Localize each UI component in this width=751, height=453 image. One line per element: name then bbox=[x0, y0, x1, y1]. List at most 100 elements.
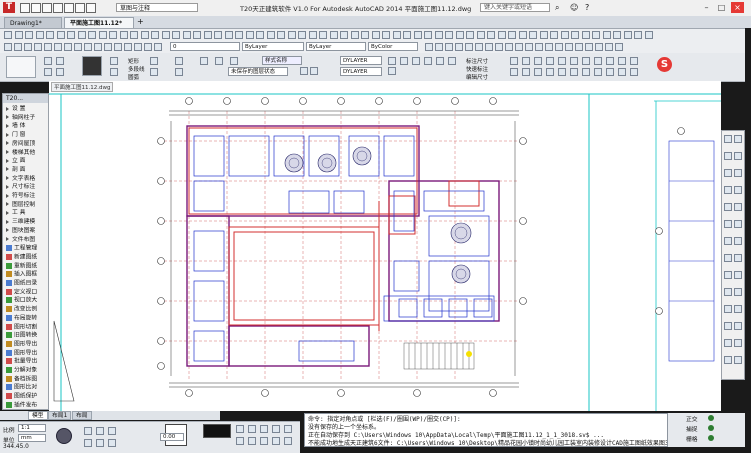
sidebar-item[interactable]: 图形比对 bbox=[6, 384, 37, 391]
toolbar-button-icon[interactable] bbox=[560, 31, 569, 39]
modify-tool-icon[interactable] bbox=[724, 305, 732, 313]
toolbar-button-icon[interactable] bbox=[214, 31, 222, 39]
ribbon-tool-icon[interactable] bbox=[424, 57, 432, 65]
toolbar-button-icon[interactable] bbox=[224, 31, 233, 39]
toolbar-button-icon[interactable] bbox=[130, 31, 138, 39]
ribbon-right-label[interactable]: 标注尺寸 bbox=[466, 57, 488, 65]
modify-tool-icon[interactable] bbox=[734, 203, 742, 211]
toolbar-button-icon[interactable] bbox=[455, 43, 463, 51]
ribbon-tool-icon[interactable] bbox=[436, 57, 444, 65]
ribbon-tool-icon[interactable] bbox=[310, 67, 318, 75]
toolbar-button-icon[interactable] bbox=[98, 31, 107, 39]
ribbon-right-label[interactable]: 快速标注 bbox=[466, 65, 488, 73]
elevation-field[interactable]: 0.00 bbox=[160, 433, 184, 441]
ribbon-tool-icon[interactable] bbox=[150, 57, 158, 65]
toolbar-button-icon[interactable] bbox=[445, 43, 453, 51]
modify-tool-icon[interactable] bbox=[734, 135, 742, 143]
toolbar-button-icon[interactable] bbox=[485, 43, 493, 51]
print-icon[interactable] bbox=[64, 3, 74, 13]
layer-tool-icon[interactable] bbox=[4, 43, 12, 51]
toolbar-button-icon[interactable] bbox=[615, 43, 623, 51]
toolbar-button-icon[interactable] bbox=[455, 31, 464, 39]
toolbar-button-icon[interactable] bbox=[203, 31, 212, 39]
toolbar-button-icon[interactable] bbox=[505, 43, 513, 51]
modify-tool-icon[interactable] bbox=[734, 356, 742, 364]
modify-tool-icon[interactable] bbox=[724, 288, 732, 296]
grid-toggle[interactable]: 栅格 bbox=[686, 434, 698, 443]
save-as-icon[interactable] bbox=[53, 3, 63, 13]
modify-tool-icon[interactable] bbox=[724, 186, 732, 194]
ribbon-tool-icon[interactable] bbox=[630, 68, 638, 76]
toolbar-button-icon[interactable] bbox=[56, 31, 65, 39]
ribbon-tool-icon[interactable] bbox=[230, 57, 238, 65]
toolbar-button-icon[interactable] bbox=[308, 31, 317, 39]
ribbon-tool-icon[interactable] bbox=[618, 68, 626, 76]
text-style-combo[interactable]: 样式名称 bbox=[262, 56, 302, 65]
toolbar-button-icon[interactable] bbox=[119, 31, 128, 39]
layer-tool-icon[interactable] bbox=[44, 43, 52, 51]
layer-combo[interactable]: 0 bbox=[170, 42, 240, 51]
toolbar-button-icon[interactable] bbox=[382, 31, 390, 39]
modify-tool-icon[interactable] bbox=[724, 356, 732, 364]
modify-tool-icon[interactable] bbox=[724, 271, 732, 279]
toolbar-button-icon[interactable] bbox=[634, 31, 642, 39]
sidebar-item[interactable]: 文字表格 bbox=[6, 176, 35, 183]
ribbon-label[interactable]: 圆弧 bbox=[128, 73, 139, 81]
toolbar-button-icon[interactable] bbox=[46, 31, 54, 39]
toolbar-button-icon[interactable] bbox=[35, 31, 44, 39]
modify-tool-icon[interactable] bbox=[724, 220, 732, 228]
layer-state-combo[interactable]: 未保存的图层状态 bbox=[228, 67, 288, 76]
toolbar-button-icon[interactable] bbox=[539, 31, 548, 39]
toolbar-button-icon[interactable] bbox=[644, 31, 653, 39]
lineweight-preview[interactable] bbox=[203, 424, 231, 438]
ribbon-tool-icon[interactable] bbox=[534, 68, 542, 76]
toolbar-button-icon[interactable] bbox=[623, 31, 632, 39]
toolbar-button-icon[interactable] bbox=[256, 31, 264, 39]
viewcube-button[interactable] bbox=[82, 56, 102, 76]
layer-tool-icon[interactable] bbox=[104, 43, 112, 51]
sidebar-item[interactable]: 楼梯其他 bbox=[6, 150, 35, 157]
viewport-label[interactable]: 平面施工图11.12.dwg bbox=[51, 82, 114, 92]
status-tool-icon[interactable] bbox=[96, 427, 104, 435]
user-icon[interactable]: ☺ bbox=[570, 3, 579, 12]
toolbar-button-icon[interactable] bbox=[545, 43, 553, 51]
snap-toggle[interactable]: 捕捉 bbox=[686, 424, 698, 433]
ortho-toggle[interactable]: 正交 bbox=[686, 414, 698, 423]
modify-tool-icon[interactable] bbox=[724, 254, 732, 262]
modify-tool-icon[interactable] bbox=[724, 152, 732, 160]
modify-tool-icon[interactable] bbox=[724, 169, 732, 177]
toolbar-button-icon[interactable] bbox=[298, 31, 306, 39]
toolbar-button-icon[interactable] bbox=[4, 31, 12, 39]
toolbar-button-icon[interactable] bbox=[172, 31, 180, 39]
ribbon-tool-icon[interactable] bbox=[582, 57, 590, 65]
sidebar-item[interactable]: 图形导出 bbox=[6, 349, 37, 357]
toolbar-button-icon[interactable] bbox=[613, 31, 621, 39]
sidebar-item[interactable]: 图形切割 bbox=[6, 323, 37, 331]
toolbar-button-icon[interactable] bbox=[550, 31, 558, 39]
open-file-icon[interactable] bbox=[31, 3, 41, 13]
toolbar-button-icon[interactable] bbox=[140, 31, 149, 39]
layer-tool-icon[interactable] bbox=[74, 43, 82, 51]
command-window[interactable]: 命令: 指定对角点或 [栏选(F)/圈围(WP)/圈交(CP)]: 没有保存的上… bbox=[304, 413, 668, 447]
sidebar-item[interactable]: 视口放大 bbox=[6, 297, 37, 304]
toolbar-button-icon[interactable] bbox=[161, 31, 170, 39]
ribbon-tool-icon[interactable] bbox=[448, 57, 456, 65]
toolbar-button-icon[interactable] bbox=[575, 43, 583, 51]
ribbon-tool-icon[interactable] bbox=[150, 68, 158, 76]
toolbar-button-icon[interactable] bbox=[14, 31, 23, 39]
toolbar-button-icon[interactable] bbox=[266, 31, 275, 39]
status-tool-icon[interactable] bbox=[84, 427, 92, 435]
toolbar-button-icon[interactable] bbox=[88, 31, 96, 39]
palette-header[interactable]: T20... bbox=[3, 94, 48, 103]
layer-tool-icon[interactable] bbox=[94, 43, 102, 51]
save-icon[interactable] bbox=[42, 3, 52, 13]
toolbar-button-icon[interactable] bbox=[403, 31, 411, 39]
ribbon-tool-icon[interactable] bbox=[510, 57, 518, 65]
toolbar-button-icon[interactable] bbox=[571, 31, 579, 39]
snap-tool-icon[interactable] bbox=[284, 425, 292, 433]
doc-tab-plan[interactable]: 平面施工图11.12* bbox=[64, 17, 134, 28]
tab-model[interactable]: 模型 bbox=[28, 411, 48, 420]
sidebar-item[interactable]: 文件布图 bbox=[6, 237, 35, 244]
sidebar-item[interactable]: 立 面 bbox=[6, 158, 25, 165]
toolbar-button-icon[interactable] bbox=[518, 31, 527, 39]
